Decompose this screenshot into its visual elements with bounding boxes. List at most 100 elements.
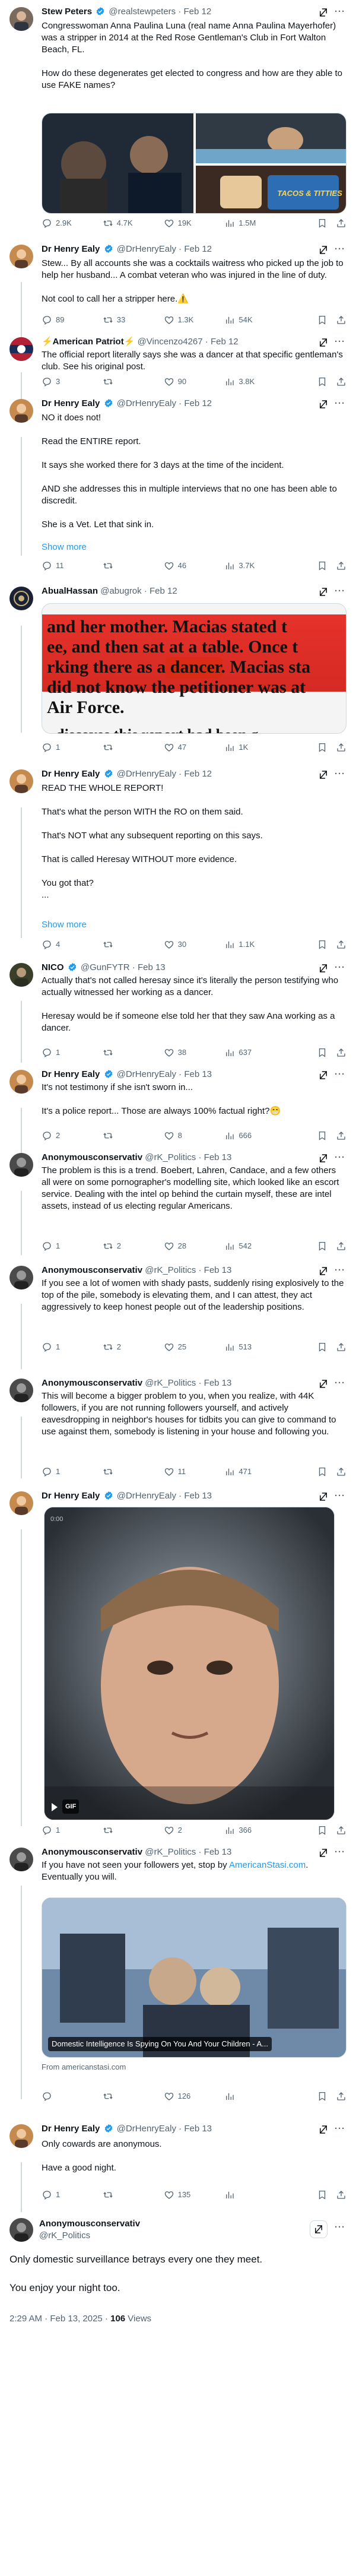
views-button[interactable]: 1.5M xyxy=(224,217,285,229)
tweet[interactable]: Dr Henry Ealy @DrHenryEaly · Feb 12 ··· … xyxy=(0,237,356,328)
grok-icon[interactable] xyxy=(318,337,329,348)
avatar[interactable] xyxy=(9,769,33,793)
tweet[interactable]: Anonymousconservativ @rK_Politics · Feb … xyxy=(0,1371,356,1482)
views-button[interactable]: 471 xyxy=(224,1466,285,1478)
tweet-date[interactable]: Feb 12 xyxy=(184,244,212,254)
author-handle[interactable]: @Vincenzo4267 xyxy=(138,337,203,347)
tweet-media-grid[interactable]: TACOS & TITTIES xyxy=(42,113,347,214)
bookmark-icon[interactable] xyxy=(317,1825,328,1836)
grok-icon[interactable] xyxy=(318,963,329,974)
author-handle[interactable]: @DrHenryEaly xyxy=(117,244,176,254)
main-author-handle[interactable]: @rK_Politics xyxy=(39,2230,90,2242)
reply-button[interactable]: 11 xyxy=(42,560,103,572)
views-button[interactable]: 54K xyxy=(224,314,285,326)
grok-icon[interactable] xyxy=(318,2124,329,2135)
more-options-icon[interactable]: ··· xyxy=(335,962,345,974)
share-icon[interactable] xyxy=(336,2190,347,2200)
tweet-date[interactable]: Feb 12 xyxy=(184,398,212,408)
avatar[interactable] xyxy=(9,1070,33,1094)
views-button[interactable]: 366 xyxy=(224,1824,285,1836)
tweet-date[interactable]: Feb 12 xyxy=(184,7,212,17)
bookmark-icon[interactable] xyxy=(317,1047,328,1058)
like-button[interactable]: 126 xyxy=(164,2090,225,2102)
author-name[interactable]: Dr Henry Ealy xyxy=(42,1491,100,1501)
repost-button[interactable] xyxy=(103,1825,164,1836)
like-button[interactable]: 8 xyxy=(164,1130,225,1142)
avatar[interactable] xyxy=(9,245,33,268)
reply-button[interactable]: 2.9K xyxy=(42,217,103,229)
grok-icon[interactable] xyxy=(318,587,329,597)
bookmark-icon[interactable] xyxy=(317,218,328,229)
repost-button[interactable]: 2 xyxy=(103,1341,164,1353)
author-name[interactable]: NICO xyxy=(42,962,64,972)
tweet[interactable]: Anonymousconservativ @rK_Politics · Feb … xyxy=(0,1146,356,1256)
share-icon[interactable] xyxy=(336,315,347,325)
main-tweet-time[interactable]: 2:29 AM · Feb 13, 2025 · xyxy=(9,2314,110,2324)
tweet-date[interactable]: Feb 13 xyxy=(204,1378,232,1388)
author-name[interactable]: Dr Henry Ealy xyxy=(42,2124,100,2134)
tweet-date[interactable]: Feb 13 xyxy=(184,1069,212,1079)
repost-button[interactable] xyxy=(103,1047,164,1058)
grok-icon[interactable] xyxy=(318,1153,329,1164)
author-name[interactable]: ⚡️American Patriot⚡️ xyxy=(42,337,135,347)
views-button[interactable]: 3.7K xyxy=(224,560,285,572)
share-icon[interactable] xyxy=(336,2091,347,2102)
views-button[interactable] xyxy=(224,2091,285,2102)
more-options-icon[interactable]: ··· xyxy=(335,1265,345,1276)
more-options-icon[interactable]: ··· xyxy=(335,243,345,255)
bookmark-icon[interactable] xyxy=(317,315,328,325)
views-button[interactable]: 542 xyxy=(224,1240,285,1252)
main-tweet[interactable]: Anonymousconservativ @rK_Politics ··· On… xyxy=(0,2209,356,2576)
author-name[interactable]: Dr Henry Ealy xyxy=(42,1069,100,1079)
like-button[interactable]: 2 xyxy=(164,1824,225,1836)
repost-button[interactable] xyxy=(103,939,164,950)
avatar[interactable] xyxy=(9,1848,33,1871)
tweet-date[interactable]: Feb 13 xyxy=(184,2124,212,2134)
more-options-icon[interactable]: ··· xyxy=(335,1846,345,1858)
reply-button[interactable]: 1 xyxy=(42,742,103,753)
repost-button[interactable] xyxy=(103,2091,164,2102)
grok-icon[interactable] xyxy=(318,769,329,780)
reply-button[interactable]: 1 xyxy=(42,1824,103,1836)
share-icon[interactable] xyxy=(336,1825,347,1836)
repost-button[interactable] xyxy=(103,376,164,387)
grok-icon[interactable] xyxy=(318,1491,329,1502)
share-icon[interactable] xyxy=(336,1241,347,1251)
avatar[interactable] xyxy=(9,963,33,987)
author-handle[interactable]: @abugrok xyxy=(100,586,141,596)
avatar[interactable] xyxy=(9,1266,33,1289)
grok-icon[interactable] xyxy=(318,245,329,255)
share-icon[interactable] xyxy=(336,1047,347,1058)
author-handle[interactable]: @DrHenryEaly xyxy=(117,769,176,779)
tweet[interactable]: Dr Henry Ealy @DrHenryEaly · Feb 12 ··· … xyxy=(0,762,356,953)
author-name[interactable]: Anonymousconservativ xyxy=(42,1378,142,1388)
views-button[interactable]: 1.1K xyxy=(224,939,285,950)
grok-icon[interactable] xyxy=(318,1379,329,1389)
author-handle[interactable]: @rK_Politics xyxy=(145,1378,196,1388)
share-icon[interactable] xyxy=(336,1130,347,1141)
repost-button[interactable]: 2 xyxy=(103,1240,164,1252)
avatar[interactable] xyxy=(9,399,33,423)
grok-button[interactable] xyxy=(310,2220,328,2238)
bookmark-icon[interactable] xyxy=(317,1342,328,1352)
like-button[interactable]: 30 xyxy=(164,939,225,950)
tweet[interactable]: ⚡️American Patriot⚡️ @Vincenzo4267 · Feb… xyxy=(0,330,356,389)
tweet[interactable]: Dr Henry Ealy @DrHenryEaly · Feb 13 ··· … xyxy=(0,2117,356,2206)
bookmark-icon[interactable] xyxy=(317,2190,328,2200)
tweet[interactable]: Dr Henry Ealy @DrHenryEaly · Feb 12 ··· … xyxy=(0,392,356,577)
like-button[interactable]: 28 xyxy=(164,1240,225,1252)
tweet[interactable]: Stew Peters @realstewpeters · Feb 12 ···… xyxy=(0,0,356,235)
tweet[interactable]: Anonymousconservativ @rK_Politics · Feb … xyxy=(0,1840,356,2115)
reply-button[interactable]: 1 xyxy=(42,2189,103,2201)
share-icon[interactable] xyxy=(336,560,347,571)
like-button[interactable]: 47 xyxy=(164,742,225,753)
bookmark-icon[interactable] xyxy=(317,1466,328,1477)
like-button[interactable]: 38 xyxy=(164,1047,225,1059)
more-options-icon[interactable]: ··· xyxy=(335,585,345,597)
bookmark-icon[interactable] xyxy=(317,939,328,950)
share-icon[interactable] xyxy=(336,1466,347,1477)
tweet-date[interactable]: Feb 13 xyxy=(204,1847,232,1857)
reply-button[interactable]: 2 xyxy=(42,1130,103,1142)
gif-play-icon[interactable] xyxy=(52,1803,58,1811)
avatar[interactable] xyxy=(9,1153,33,1177)
